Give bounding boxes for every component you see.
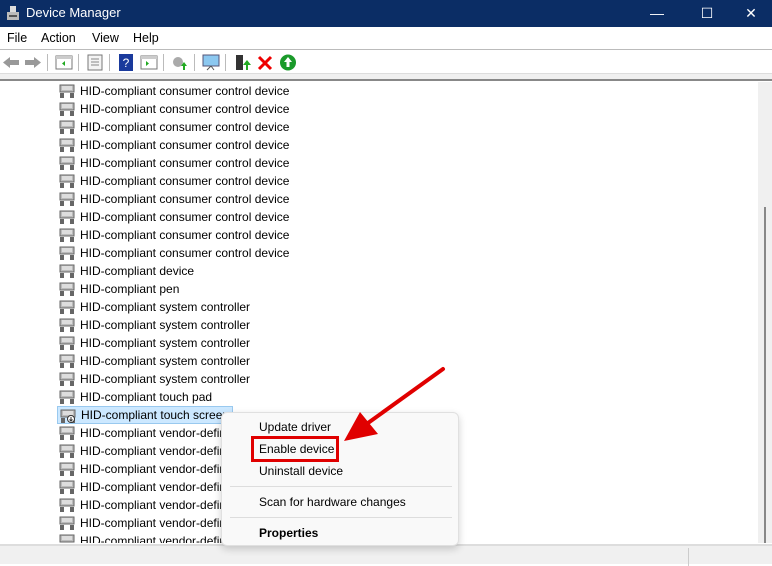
annotation-arrow [344, 367, 445, 441]
